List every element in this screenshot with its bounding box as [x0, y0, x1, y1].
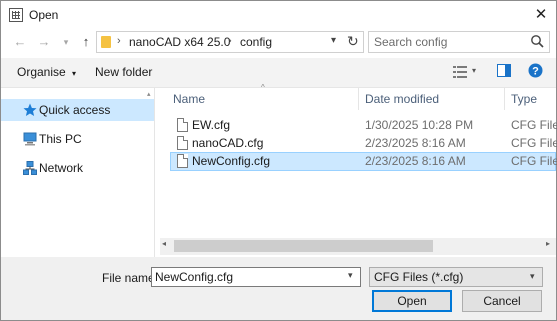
- nav-scroll-up-icon[interactable]: ▴: [147, 90, 151, 98]
- address-bar[interactable]: › nanoCAD x64 25.0 › config ▾ ↻: [96, 31, 364, 53]
- breadcrumb-nanocad[interactable]: nanoCAD x64 25.0: [129, 35, 230, 49]
- nav-label-this-pc: This PC: [39, 132, 82, 146]
- file-date: 1/30/2025 10:28 PM: [365, 118, 474, 132]
- nav-label-network: Network: [39, 161, 84, 175]
- file-type: CFG File: [511, 118, 557, 132]
- file-name-input[interactable]: NewConfig.cfg: [155, 270, 233, 284]
- file-type: CFG File: [511, 154, 557, 168]
- chevron-down-icon[interactable]: ▾: [348, 270, 353, 281]
- breadcrumb-separator-icon[interactable]: ›: [117, 35, 121, 47]
- nav-item-quick-access[interactable]: Quick access: [1, 99, 154, 121]
- nav-item-network[interactable]: Network: [1, 157, 154, 179]
- help-icon[interactable]: ?: [528, 63, 543, 78]
- svg-text:?: ?: [532, 66, 539, 78]
- chevron-down-icon[interactable]: ▾: [530, 271, 535, 282]
- column-header-date-modified[interactable]: Date modified: [365, 92, 439, 106]
- new-folder-button[interactable]: New folder: [95, 65, 152, 79]
- file-icon: [177, 118, 188, 132]
- file-type-select[interactable]: CFG Files (*.cfg) ▾: [369, 267, 543, 287]
- breadcrumb-config[interactable]: config: [240, 35, 272, 49]
- column-header-type[interactable]: Type: [511, 92, 537, 106]
- column-divider[interactable]: [358, 88, 359, 110]
- file-row[interactable]: nanoCAD.cfg 2/23/2025 8:16 AM CFG File: [170, 134, 557, 153]
- organise-label: Organise: [17, 65, 66, 79]
- scrollbar-thumb[interactable]: [174, 240, 433, 252]
- file-name: NewConfig.cfg: [192, 154, 271, 168]
- file-date: 2/23/2025 8:16 AM: [365, 136, 466, 150]
- open-button[interactable]: Open: [372, 290, 452, 312]
- file-icon: [177, 136, 188, 150]
- view-options-icon[interactable]: [453, 66, 467, 78]
- column-header-name[interactable]: Name: [173, 92, 205, 106]
- title-bar: Open ✕: [1, 1, 556, 28]
- file-type: CFG File: [511, 136, 557, 150]
- up-arrow-icon[interactable]: ↑: [78, 34, 94, 50]
- network-icon: [23, 161, 37, 175]
- file-icon: [177, 154, 188, 168]
- file-name-combobox[interactable]: NewConfig.cfg ▾: [151, 267, 361, 287]
- nav-label-quick-access: Quick access: [39, 103, 111, 117]
- sort-ascending-icon: ^: [261, 83, 265, 92]
- back-arrow-icon[interactable]: ←: [12, 34, 28, 50]
- app-icon: [9, 8, 23, 22]
- scroll-right-icon[interactable]: ▸: [546, 239, 550, 248]
- column-divider[interactable]: [504, 88, 505, 110]
- chevron-down-icon: ▾: [72, 69, 77, 78]
- search-input[interactable]: Search config: [374, 35, 447, 49]
- file-name: nanoCAD.cfg: [192, 136, 264, 150]
- close-icon[interactable]: ✕: [531, 5, 551, 25]
- view-dropdown-icon[interactable]: ▾: [472, 66, 476, 75]
- file-date: 2/23/2025 8:16 AM: [365, 154, 466, 168]
- file-row-selected[interactable]: NewConfig.cfg 2/23/2025 8:16 AM CFG File: [170, 152, 557, 171]
- search-icon[interactable]: [530, 34, 544, 48]
- organise-menu-button[interactable]: Organise ▾: [17, 65, 76, 79]
- file-name: EW.cfg: [192, 118, 231, 132]
- navigation-pane: Quick access This PC Network: [1, 88, 155, 257]
- file-name-label: File name:: [102, 271, 159, 285]
- nav-item-this-pc[interactable]: This PC: [1, 128, 154, 150]
- cancel-button[interactable]: Cancel: [462, 290, 542, 312]
- preview-pane-icon[interactable]: [497, 64, 511, 77]
- star-icon: [23, 103, 37, 116]
- file-type-value: CFG Files (*.cfg): [374, 270, 464, 284]
- window-title: Open: [29, 8, 59, 22]
- address-dropdown-icon[interactable]: ▾: [331, 35, 336, 46]
- folder-icon: [101, 36, 111, 48]
- command-bar: Organise ▾ New folder ▾ ?: [1, 58, 556, 88]
- refresh-icon[interactable]: ↻: [347, 33, 359, 50]
- recent-locations-chevron-icon[interactable]: ▾: [58, 34, 74, 50]
- forward-arrow-icon[interactable]: →: [36, 34, 52, 50]
- breadcrumb-separator-icon[interactable]: ›: [228, 35, 232, 47]
- search-box[interactable]: Search config: [368, 31, 550, 53]
- computer-icon: [23, 132, 37, 146]
- scroll-left-icon[interactable]: ◂: [162, 239, 166, 248]
- file-list: ^ Name Date modified Type EW.cfg 1/30/20…: [160, 83, 557, 257]
- file-row[interactable]: EW.cfg 1/30/2025 10:28 PM CFG File: [170, 116, 557, 135]
